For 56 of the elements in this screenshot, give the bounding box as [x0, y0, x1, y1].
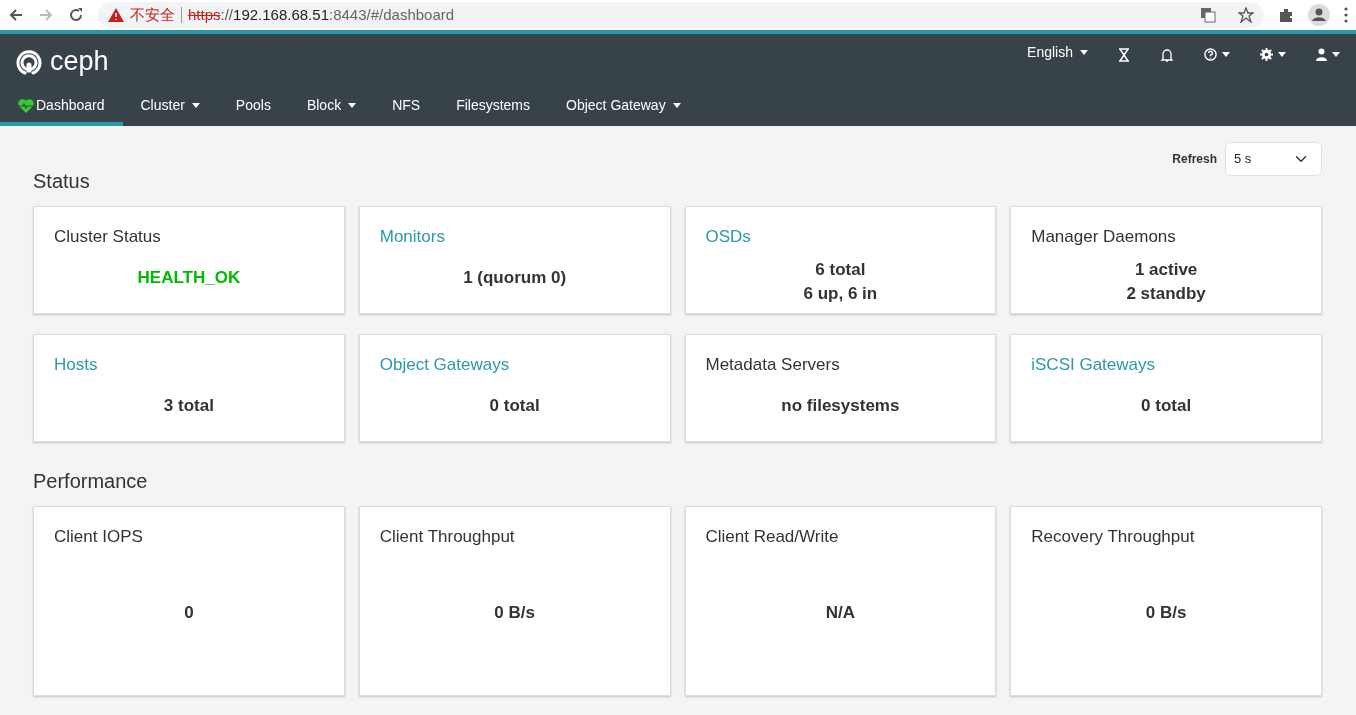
nav-tab[interactable]: NFS — [374, 89, 439, 126]
health-status: HEALTH_OK — [136, 266, 242, 289]
card-value: 3 total — [162, 394, 215, 417]
card-value: 6 total — [814, 258, 867, 281]
language-menu[interactable]: English — [1027, 42, 1088, 67]
card-value: 6 up, 6 in — [802, 283, 879, 306]
help-menu[interactable] — [1204, 48, 1230, 61]
card-value: 0 — [183, 602, 195, 625]
warning-icon — [108, 8, 124, 22]
card-title: Client Read/Write — [705, 526, 840, 548]
translate-icon[interactable] — [1200, 7, 1216, 23]
card-value: 0 B/s — [1144, 602, 1188, 625]
nav-tab[interactable]: Filesystems — [438, 89, 549, 126]
nav-tab[interactable]: Object Gateway — [548, 89, 699, 126]
back-icon[interactable] — [8, 7, 24, 23]
section-heading: Performance — [33, 469, 149, 494]
nav-tab[interactable]: Cluster — [122, 89, 218, 126]
heartbeat-icon — [18, 98, 34, 113]
settings-menu[interactable] — [1260, 48, 1286, 61]
star-icon[interactable] — [1238, 7, 1254, 23]
settings-icon — [1260, 48, 1273, 61]
address-bar[interactable]: 不安全 https://192.168.68.51:8443/#/dashboard — [98, 2, 1264, 28]
refresh-label: Refresh — [1172, 151, 1217, 168]
card-title: Metadata Servers — [705, 354, 841, 376]
user-icon — [1316, 48, 1327, 61]
card-value: 1 (quorum 0) — [462, 266, 568, 289]
logo-icon — [16, 48, 42, 75]
card-title: Manager Daemons — [1031, 226, 1177, 248]
card-value: 1 active — [1133, 258, 1199, 281]
bell-icon[interactable] — [1160, 47, 1174, 62]
section-heading: Status — [33, 169, 91, 194]
card-value: N/A — [824, 602, 856, 625]
card-value: 0 total — [488, 394, 541, 417]
card-title: Client IOPS — [54, 526, 144, 548]
nav-tab[interactable]: Pools — [217, 89, 289, 126]
help-icon — [1204, 48, 1217, 61]
hourglass-icon[interactable] — [1118, 47, 1130, 62]
nav-tab[interactable]: Block — [288, 89, 375, 126]
brand-name: ceph — [50, 48, 109, 75]
more-icon[interactable] — [1344, 7, 1348, 23]
refresh-select[interactable]: 5 s — [1225, 142, 1322, 176]
card-title: Cluster Status — [54, 226, 162, 248]
card-title: Recovery Throughput — [1031, 526, 1196, 548]
security-label: 不安全 — [130, 4, 175, 25]
profile-icon[interactable] — [1308, 4, 1330, 26]
reload-icon[interactable] — [68, 7, 84, 23]
card-value: 0 total — [1140, 394, 1193, 417]
card-title-link[interactable]: Monitors — [379, 227, 445, 246]
card-value: 2 standby — [1125, 283, 1207, 306]
url-text: https://192.168.68.51:8443/#/dashboard — [188, 4, 455, 25]
card-title: Client Throughput — [379, 526, 516, 548]
card-value: 0 B/s — [493, 602, 536, 625]
user-menu[interactable] — [1316, 48, 1340, 61]
nav-tab[interactable]: Dashboard — [0, 89, 123, 126]
card-value: no filesystems — [780, 394, 901, 417]
puzzle-icon[interactable] — [1278, 7, 1294, 23]
